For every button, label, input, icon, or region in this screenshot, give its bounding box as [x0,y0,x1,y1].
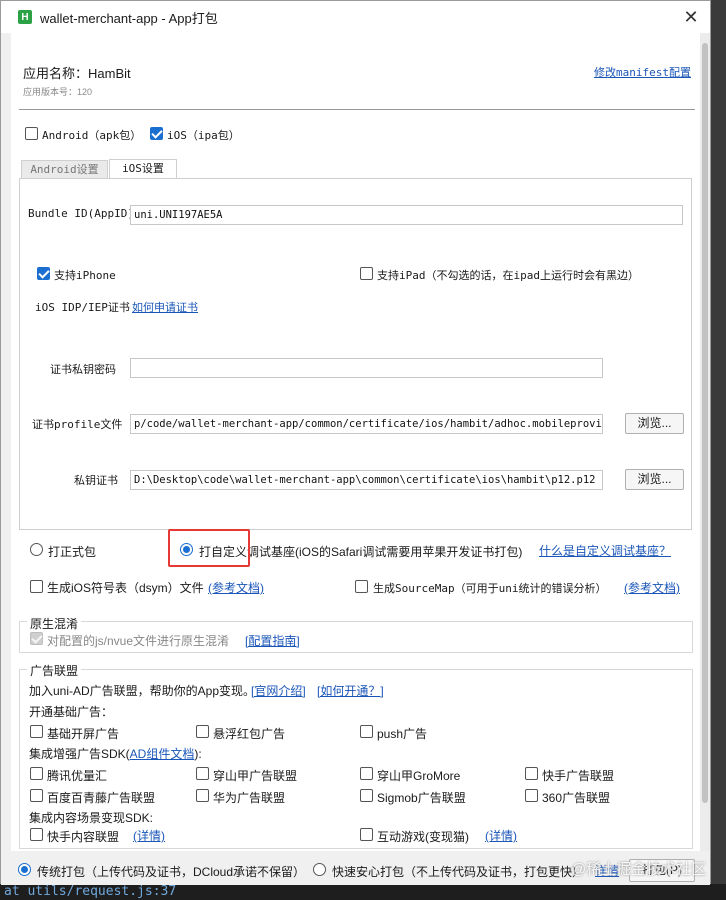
ad-splash-checkbox[interactable] [30,725,43,738]
ad-game-checkbox[interactable] [360,828,373,841]
ad-huawei-label: 华为广告联盟 [213,791,286,805]
ad-kuaishou-content-checkbox[interactable] [30,828,43,841]
obfuscation-checkbox[interactable] [30,632,43,645]
cert-label: iOS IDP/IEP证书 [35,301,130,314]
ad-kuaishou-content-label: 快手内容联盟 [47,830,120,844]
key-browse-button[interactable]: 浏览... [625,469,684,490]
dialog-footer: 传统打包（上传代码及证书，DCloud承诺不保留） 快速安心打包（不上传代码及证… [1,851,710,885]
obfuscation-label: 对配置的js/nvue文件进行原生混淆 [47,634,230,648]
annotation-highlight-box [168,529,250,567]
dialog-content: 应用名称：HamBit 应用版本号：120 修改manifest配置 Andro… [11,33,701,851]
support-ipad-checkbox[interactable] [360,267,373,280]
ad-tencent-checkbox[interactable] [30,767,43,780]
ad-kuaishou-checkbox[interactable] [525,767,538,780]
app-version: 应用版本号：120 [23,87,93,97]
profile-label: 证书profile文件 [32,418,123,431]
sourcemap-doc-link[interactable]: (参考文档) [624,579,680,596]
dsym-label: 生成iOS符号表（dsym）文件 [47,581,204,595]
ad-kuaishou-content-link[interactable]: (详情) [133,827,165,844]
app-name: 应用名称：HamBit [23,66,131,81]
ad-360-label: 360广告联盟 [542,791,611,805]
ad-gromore-label: 穿山甲GroMore [377,769,461,783]
android-checkbox[interactable] [25,127,38,140]
divider [19,109,695,110]
android-label: Android（apk包） [42,129,142,142]
window-title: wallet-merchant-app - App打包 [40,10,218,26]
ads-content-title: 集成内容场景变现SDK: [29,811,154,825]
ad-gromore-checkbox[interactable] [360,767,373,780]
ad-game-link[interactable]: (详情) [485,827,517,844]
ad-sigmob-checkbox[interactable] [360,789,373,802]
password-label: 证书私钥密码 [50,363,116,376]
ad-360-checkbox[interactable] [525,789,538,802]
title-bar: H wallet-merchant-app - App打包 ✕ [1,1,710,33]
sourcemap-checkbox[interactable] [355,580,368,593]
app-packaging-dialog: H wallet-merchant-app - App打包 ✕ 应用名称：Ham… [0,0,711,885]
profile-browse-button[interactable]: 浏览... [625,413,684,434]
ad-pangle-label: 穿山甲广告联盟 [213,769,298,783]
safe-pack-label: 快速安心打包（不上传代码及证书，打包更快） [332,865,585,879]
bundle-id-label: Bundle ID(AppID) [28,207,134,220]
ios-checkbox[interactable] [150,127,163,140]
ads-intro-link[interactable]: [官网介绍] [251,682,306,699]
cert-howto-link[interactable]: 如何申请证书 [132,299,198,315]
ad-push-checkbox[interactable] [360,725,373,738]
hbuilder-logo-icon: H [18,10,32,24]
ad-push-label: push广告 [377,727,428,741]
obfuscation-guide-link[interactable]: [配置指南] [245,632,300,649]
obfuscation-title: 原生混淆 [27,615,82,632]
ad-kuaishou-label: 快手广告联盟 [542,769,615,783]
ad-sigmob-label: Sigmob广告联盟 [377,791,466,805]
formal-package-label: 打正式包 [48,545,97,559]
bundle-id-input[interactable]: uni.UNI197AE5A [130,205,683,225]
scrollbar-thumb[interactable] [702,43,708,803]
ad-game-label: 互动游戏(变现猫) [377,830,469,844]
ad-pangle-checkbox[interactable] [196,767,209,780]
ads-title: 广告联盟 [27,662,82,679]
editor-code-line: at utils/request.js:37 [0,884,726,900]
ios-settings-panel: Bundle ID(AppID) uni.UNI197AE5A 支持iPhone… [19,178,692,530]
support-iphone-checkbox[interactable] [37,267,50,280]
support-iphone-label: 支持iPhone [54,269,116,282]
ad-baidu-checkbox[interactable] [30,789,43,802]
support-ipad-label: 支持iPad（不勾选的话，在ipad上运行时会有黑边） [377,269,639,282]
ad-baidu-label: 百度百青藤广告联盟 [47,791,156,805]
dsym-doc-link[interactable]: (参考文档) [208,579,264,596]
password-input[interactable] [130,358,603,378]
custom-base-help-link[interactable]: 什么是自定义调试基座？ [539,542,671,559]
edit-manifest-link[interactable]: 修改manifest配置 [594,64,691,80]
ads-intro: 加入uni-AD广告联盟，帮助你的App变现。 [29,684,256,698]
ad-component-doc-link[interactable]: AD组件文档 [130,747,195,761]
ads-howto-link[interactable]: [如何开通？] [317,682,384,699]
key-input[interactable]: D:\Desktop\code\wallet-merchant-app\comm… [130,470,603,490]
ads-sdk-title: 集成增强广告SDK(AD组件文档): [29,747,202,761]
ad-huawei-checkbox[interactable] [196,789,209,802]
ad-tencent-label: 腾讯优量汇 [47,769,108,783]
dsym-checkbox[interactable] [30,580,43,593]
traditional-pack-label: 传统打包（上传代码及证书，DCloud承诺不保留） [37,865,306,879]
close-icon[interactable]: ✕ [681,7,701,27]
traditional-pack-radio[interactable] [18,863,31,876]
tab-android[interactable]: Android设置 [21,160,108,179]
formal-package-radio[interactable] [30,543,43,556]
ad-redpacket-checkbox[interactable] [196,725,209,738]
safe-pack-radio[interactable] [313,863,326,876]
ads-basic-title: 开通基础广告： [29,705,114,719]
sourcemap-label: 生成SourceMap（可用于uni统计的错误分析） [373,582,607,595]
ad-splash-label: 基础开屏广告 [47,727,120,741]
tab-ios[interactable]: iOS设置 [109,159,177,179]
ad-redpacket-label: 悬浮红包广告 [213,727,286,741]
vertical-scrollbar[interactable] [700,33,710,851]
profile-input[interactable]: p/code/wallet-merchant-app/common/certif… [130,414,603,434]
ios-label: iOS（ipa包） [167,129,240,142]
key-label: 私钥证书 [74,474,118,487]
watermark: @稀土掘金技术社区 [571,861,707,878]
